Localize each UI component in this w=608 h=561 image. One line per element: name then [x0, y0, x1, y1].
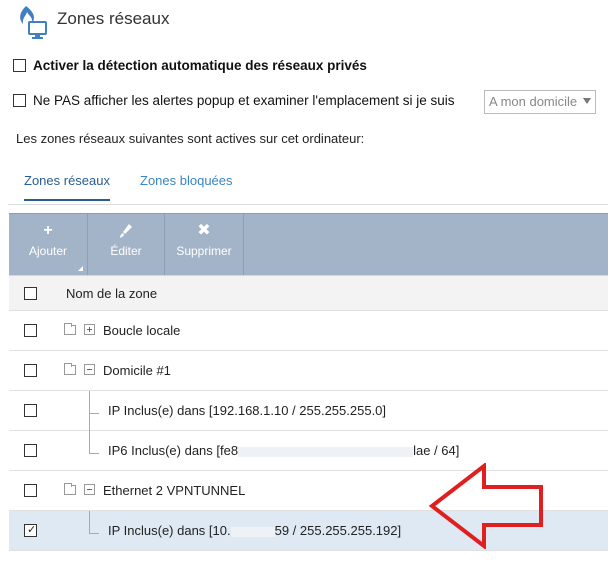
- row-checkbox[interactable]: [24, 484, 37, 497]
- edit-button[interactable]: Éditer: [88, 214, 165, 275]
- chevron-down-icon: [583, 98, 591, 104]
- tree-line: [89, 533, 99, 534]
- zone-name-start: IP6 Inclus(e) dans [fe8: [108, 443, 239, 458]
- toolbar: + Ajouter Éditer ✖ Supprimer: [9, 213, 608, 275]
- no-popup-option[interactable]: Ne PAS afficher les alertes popup et exa…: [13, 93, 455, 108]
- row-checkbox-checked[interactable]: ✓: [24, 524, 37, 537]
- zone-name: IP6 Inclus(e) dans [fe8 lae / 64]: [108, 443, 459, 458]
- add-button-label: Ajouter: [28, 244, 68, 258]
- zone-name: Ethernet 2 VPNTUNNEL: [103, 483, 246, 498]
- header: Zones réseaux: [14, 0, 594, 40]
- zone-name: IP Inclus(e) dans [10. 59 / 255.255.255.1…: [108, 523, 401, 538]
- annotation-arrow-icon: [428, 463, 543, 549]
- delete-button-label: Supprimer: [176, 244, 232, 258]
- tab-network-zones[interactable]: Zones réseaux: [24, 173, 110, 201]
- row-checkbox[interactable]: [24, 404, 37, 417]
- collapse-icon[interactable]: [84, 364, 95, 375]
- no-popup-label: Ne PAS afficher les alertes popup et exa…: [33, 93, 455, 108]
- add-button[interactable]: + Ajouter: [9, 214, 88, 275]
- plus-icon: +: [43, 222, 53, 239]
- folder-icon: [64, 323, 76, 335]
- column-header-zone-name[interactable]: Nom de la zone: [66, 286, 157, 301]
- tab-blocked-zones[interactable]: Zones bloquées: [140, 173, 233, 199]
- tab-bar: Zones réseaux Zones bloquées: [8, 165, 608, 205]
- zone-name: IP Inclus(e) dans [192.168.1.10 / 255.25…: [108, 403, 387, 418]
- dropdown-corner-icon: [78, 266, 83, 271]
- firewall-network-icon: [20, 6, 47, 39]
- row-checkbox[interactable]: [24, 444, 37, 457]
- close-icon: ✖: [197, 222, 211, 239]
- brush-icon: [88, 214, 164, 244]
- location-select[interactable]: A mon domicile: [484, 90, 596, 114]
- folder-icon: [64, 483, 76, 495]
- collapse-icon[interactable]: [84, 484, 95, 495]
- no-popup-checkbox[interactable]: [13, 94, 26, 107]
- zone-name: Domicile #1: [103, 363, 171, 378]
- auto-detect-checkbox[interactable]: [13, 59, 26, 72]
- tree-line: [89, 391, 90, 431]
- check-icon: ✓: [27, 524, 37, 536]
- zone-name-end: 59 / 255.255.255.192]: [274, 523, 402, 538]
- expand-icon[interactable]: [84, 324, 95, 335]
- tree-line: [89, 453, 99, 454]
- folder-icon: [64, 363, 76, 375]
- zone-name: Boucle locale: [103, 323, 181, 338]
- select-all-checkbox[interactable]: [24, 287, 37, 300]
- tree-line: [89, 431, 90, 453]
- tree-line: [89, 413, 99, 414]
- row-checkbox[interactable]: [24, 364, 37, 377]
- tree-line: [89, 511, 90, 533]
- table-row[interactable]: Domicile #1: [9, 351, 608, 391]
- delete-button[interactable]: ✖ Supprimer: [165, 214, 244, 275]
- zone-name-start: IP Inclus(e) dans [10.: [108, 523, 231, 538]
- edit-button-label: Éditer: [110, 244, 142, 258]
- location-select-value: A mon domicile: [489, 94, 578, 109]
- auto-detect-option[interactable]: Activer la détection automatique des rés…: [13, 58, 367, 73]
- redacted-region: [238, 446, 414, 457]
- table-row[interactable]: Boucle locale: [9, 311, 608, 351]
- page-title: Zones réseaux: [57, 9, 170, 28]
- table-header-row: Nom de la zone: [9, 275, 608, 311]
- info-text: Les zones réseaux suivantes sont actives…: [16, 131, 365, 146]
- zone-name-end: lae / 64]: [413, 443, 460, 458]
- row-checkbox[interactable]: [24, 324, 37, 337]
- redacted-region: [230, 526, 275, 537]
- table-row[interactable]: IP Inclus(e) dans [192.168.1.10 / 255.25…: [9, 391, 608, 431]
- auto-detect-label: Activer la détection automatique des rés…: [33, 58, 367, 73]
